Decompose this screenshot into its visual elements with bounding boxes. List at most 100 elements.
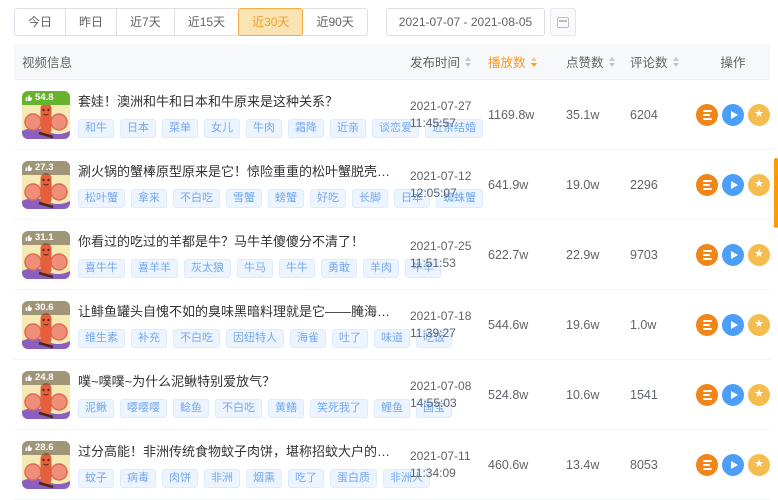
data-button[interactable] — [696, 174, 718, 196]
favorite-button[interactable]: ★ — [748, 104, 770, 126]
like-count: 22.9w — [566, 248, 599, 262]
filter-bar: 今日 昨日 近7天 近15天 近30天 近90天 2021-07-07 - 20… — [14, 8, 576, 36]
filter-button-90days[interactable]: 近90天 — [302, 8, 367, 36]
play-button[interactable] — [722, 174, 744, 196]
tag-pill: 女儿 — [204, 119, 240, 138]
table-row: 27.3 涮火锅的蟹棒原型原来是它！惊险重重的松叶蟹脱壳之旅~ 松叶蟹拿来不白吃… — [14, 150, 770, 220]
header-like-count[interactable]: 点赞数 — [566, 52, 630, 71]
play-button[interactable] — [722, 384, 744, 406]
tag-pill: 烟熏 — [246, 469, 282, 488]
star-icon: ★ — [754, 459, 764, 470]
tag-pill: 蛋白质 — [330, 469, 377, 488]
video-title[interactable]: 你看过的吃过的羊都是牛？马牛羊傻傻分不清了！ — [78, 231, 398, 250]
tag-pill: 长脚 — [352, 189, 388, 208]
publish-time: 11:39:27 — [410, 325, 488, 342]
score-badge: 27.3 — [22, 161, 70, 175]
play-icon — [731, 321, 738, 329]
tag-pill: 泥鳅 — [78, 399, 114, 418]
favorite-button[interactable]: ★ — [748, 314, 770, 336]
header-video-info-label: 视频信息 — [22, 52, 72, 71]
video-thumbnail[interactable]: 54.8 — [22, 91, 70, 139]
data-button[interactable] — [696, 104, 718, 126]
publish-time: 12:05:07 — [410, 185, 488, 202]
thumbs-up-icon — [25, 374, 33, 382]
play-button[interactable] — [722, 314, 744, 336]
tag-pill: 好吃 — [310, 189, 346, 208]
header-actions-label: 操作 — [720, 52, 745, 71]
row-actions: ★ — [696, 104, 770, 126]
header-comment-count[interactable]: 评论数 — [630, 52, 696, 71]
calendar-button[interactable] — [550, 8, 576, 36]
favorite-button[interactable]: ★ — [748, 244, 770, 266]
tag-pill: 羊肉 — [363, 259, 399, 278]
thumbs-up-icon — [25, 234, 33, 242]
play-button[interactable] — [722, 104, 744, 126]
star-icon: ★ — [754, 249, 764, 260]
tag-pill: 霜降 — [288, 119, 324, 138]
play-count: 1169.8w — [488, 108, 534, 122]
filter-button-15days[interactable]: 近15天 — [174, 8, 239, 36]
favorite-button[interactable]: ★ — [748, 454, 770, 476]
tag-pill: 维生素 — [78, 329, 125, 348]
play-button[interactable] — [722, 454, 744, 476]
sort-icon-likes[interactable] — [609, 57, 615, 67]
tag-pill: 补充 — [131, 329, 167, 348]
tag-pill: 雪蟹 — [226, 189, 262, 208]
data-icon — [703, 110, 712, 120]
star-icon: ★ — [754, 179, 764, 190]
table-row: 24.8 噗~噗噗~为什么泥鳅特别爱放气？ 泥鳅嘤嘤嘤鲶鱼不白吃黄鳝笑死我了鲤鱼… — [14, 360, 770, 430]
video-thumbnail[interactable]: 30.6 — [22, 301, 70, 349]
filter-button-yesterday[interactable]: 昨日 — [65, 8, 117, 36]
header-publish-time[interactable]: 发布时间 — [410, 52, 488, 71]
tag-pill: 不白吃 — [173, 329, 220, 348]
header-play-count[interactable]: 播放数 — [488, 52, 566, 71]
video-thumbnail[interactable]: 31.1 — [22, 231, 70, 279]
data-button[interactable] — [696, 244, 718, 266]
video-title[interactable]: 涮火锅的蟹棒原型原来是它！惊险重重的松叶蟹脱壳之旅~ — [78, 161, 398, 180]
video-title[interactable]: 噗~噗噗~为什么泥鳅特别爱放气？ — [78, 371, 398, 390]
row-actions: ★ — [696, 454, 770, 476]
comment-count: 9703 — [630, 248, 658, 262]
sort-icon-plays[interactable] — [531, 57, 537, 67]
sort-icon-comments[interactable] — [673, 57, 679, 67]
star-icon: ★ — [754, 319, 764, 330]
data-button[interactable] — [696, 454, 718, 476]
favorite-button[interactable]: ★ — [748, 384, 770, 406]
table-header: 视频信息 发布时间 播放数 点赞数 评论数 操作 — [14, 44, 770, 80]
data-icon — [703, 390, 712, 400]
row-actions: ★ — [696, 244, 770, 266]
video-title[interactable]: 让鲱鱼罐头自愧不如的臭味黑暗料理就是它——腌海雀！ — [78, 301, 398, 320]
video-title[interactable]: 套娃！澳洲和牛和日本和牛原来是这种关系？ — [78, 91, 398, 110]
publish-date: 2021-07-08 — [410, 378, 488, 395]
comment-count: 2296 — [630, 178, 658, 192]
favorite-button[interactable]: ★ — [748, 174, 770, 196]
play-button[interactable] — [722, 244, 744, 266]
video-title[interactable]: 过分高能！非洲传统食物蚊子肉饼，堪称招蚊大户的翻身菜！ — [78, 441, 398, 460]
table-row: 30.6 让鲱鱼罐头自愧不如的臭味黑暗料理就是它——腌海雀！ 维生素补充不白吃因… — [14, 290, 770, 360]
tag-pill: 肉饼 — [162, 469, 198, 488]
tag-list: 蚊子病毒肉饼非洲烟熏吃了蛋白质非洲人 — [78, 469, 410, 488]
video-thumbnail[interactable]: 24.8 — [22, 371, 70, 419]
row-actions: ★ — [696, 314, 770, 336]
tag-pill: 因纽特人 — [226, 329, 284, 348]
data-button[interactable] — [696, 314, 718, 336]
date-range-input[interactable]: 2021-07-07 - 2021-08-05 — [386, 8, 545, 36]
scrollbar-thumb[interactable] — [774, 158, 778, 228]
tag-pill: 牛牛 — [279, 259, 315, 278]
score-badge: 31.1 — [22, 231, 70, 245]
video-thumbnail[interactable]: 28.6 — [22, 441, 70, 489]
tag-pill: 鲶鱼 — [173, 399, 209, 418]
play-icon — [731, 391, 738, 399]
filter-button-30days[interactable]: 近30天 — [238, 8, 303, 36]
score-value: 54.8 — [35, 92, 54, 103]
score-badge: 28.6 — [22, 441, 70, 455]
data-button[interactable] — [696, 384, 718, 406]
star-icon: ★ — [754, 109, 764, 120]
video-thumbnail[interactable]: 27.3 — [22, 161, 70, 209]
play-count: 524.8w — [488, 388, 528, 402]
score-value: 31.1 — [35, 232, 54, 243]
filter-button-7days[interactable]: 近7天 — [116, 8, 175, 36]
filter-button-today[interactable]: 今日 — [14, 8, 66, 36]
sort-icon-time[interactable] — [465, 57, 471, 67]
thumbs-up-icon — [25, 164, 33, 172]
